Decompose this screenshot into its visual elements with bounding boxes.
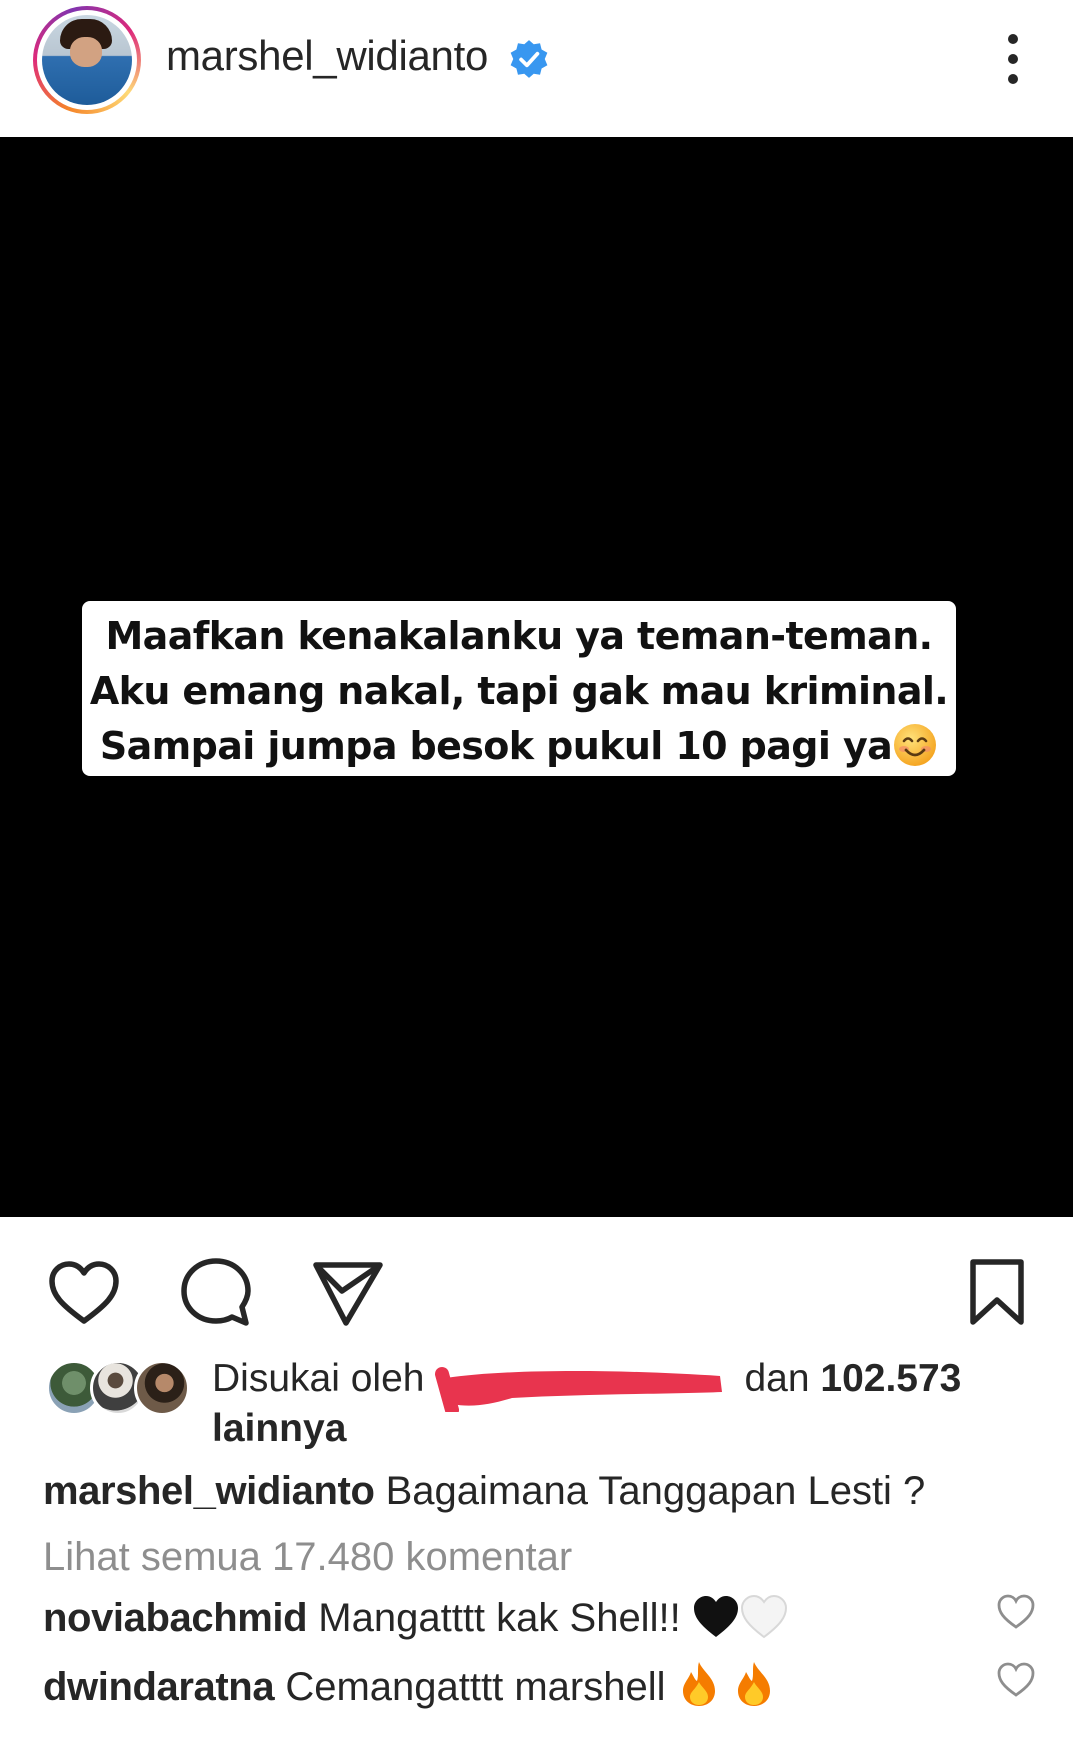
send-icon bbox=[313, 1262, 383, 1326]
liker-avatars[interactable] bbox=[46, 1360, 191, 1420]
comment-username[interactable]: dwindaratna bbox=[43, 1665, 275, 1709]
black-heart-emoji-icon bbox=[693, 1596, 738, 1637]
comment-row: dwindaratna Cemangatttt marshell bbox=[43, 1660, 1043, 1712]
liker-avatar bbox=[134, 1360, 190, 1416]
fire-emoji-icon bbox=[737, 1662, 770, 1706]
smiling-face-emoji-icon bbox=[894, 724, 937, 766]
more-vertical-icon[interactable] bbox=[998, 32, 1028, 86]
post-caption: marshel_widianto Bagaimana Tanggapan Les… bbox=[43, 1466, 1043, 1516]
comment-like-heart-icon[interactable] bbox=[996, 1594, 1036, 1630]
bookmark-icon bbox=[970, 1259, 1024, 1325]
redaction-scribble bbox=[435, 1367, 722, 1412]
heart-icon bbox=[49, 1261, 119, 1324]
image-text-line: Maafkan kenakalanku ya teman-teman. bbox=[105, 614, 933, 658]
like-button[interactable] bbox=[44, 1253, 124, 1333]
fire-emoji-icon bbox=[682, 1662, 715, 1706]
comment-icon bbox=[181, 1258, 251, 1326]
verified-badge-icon bbox=[510, 40, 548, 78]
likes-count: 102.573 bbox=[820, 1357, 962, 1400]
image-text-box: Maafkan kenakalanku ya teman-teman. Aku … bbox=[82, 601, 956, 776]
comment-like-heart-icon[interactable] bbox=[996, 1662, 1036, 1698]
likes-section: Disukai oleh dan 102.573 lainnya bbox=[46, 1354, 1046, 1454]
image-text-line: Aku emang nakal, tapi gak mau kriminal. bbox=[89, 669, 949, 713]
white-heart-emoji-icon bbox=[740, 1595, 787, 1639]
profile-photo bbox=[42, 15, 132, 105]
view-all-comments-link[interactable]: Lihat semua 17.480 komentar bbox=[43, 1532, 1043, 1582]
image-text-line-3: Sampai jumpa besok pukul 10 pagi ya bbox=[82, 719, 956, 774]
save-button[interactable] bbox=[957, 1253, 1037, 1333]
action-bar bbox=[0, 1217, 1073, 1337]
comment-username[interactable]: noviabachmid bbox=[43, 1596, 308, 1640]
caption-username[interactable]: marshel_widianto bbox=[43, 1469, 375, 1513]
comment-text: Mangatttt kak Shell!! bbox=[318, 1596, 681, 1640]
post-image[interactable]: Maafkan kenakalanku ya teman-teman. Aku … bbox=[0, 137, 1073, 1217]
post-header: marshel_widianto bbox=[0, 0, 1073, 137]
comment-text: Cemangatttt marshell bbox=[285, 1665, 666, 1709]
header-username[interactable]: marshel_widianto bbox=[166, 32, 488, 80]
comment-row: noviabachmid Mangatttt kak Shell!! bbox=[43, 1593, 1043, 1643]
share-button[interactable] bbox=[308, 1253, 388, 1333]
caption-text: Bagaimana Tanggapan Lesti ? bbox=[385, 1469, 926, 1513]
avatar[interactable] bbox=[33, 6, 141, 114]
comment-button[interactable] bbox=[176, 1253, 256, 1333]
